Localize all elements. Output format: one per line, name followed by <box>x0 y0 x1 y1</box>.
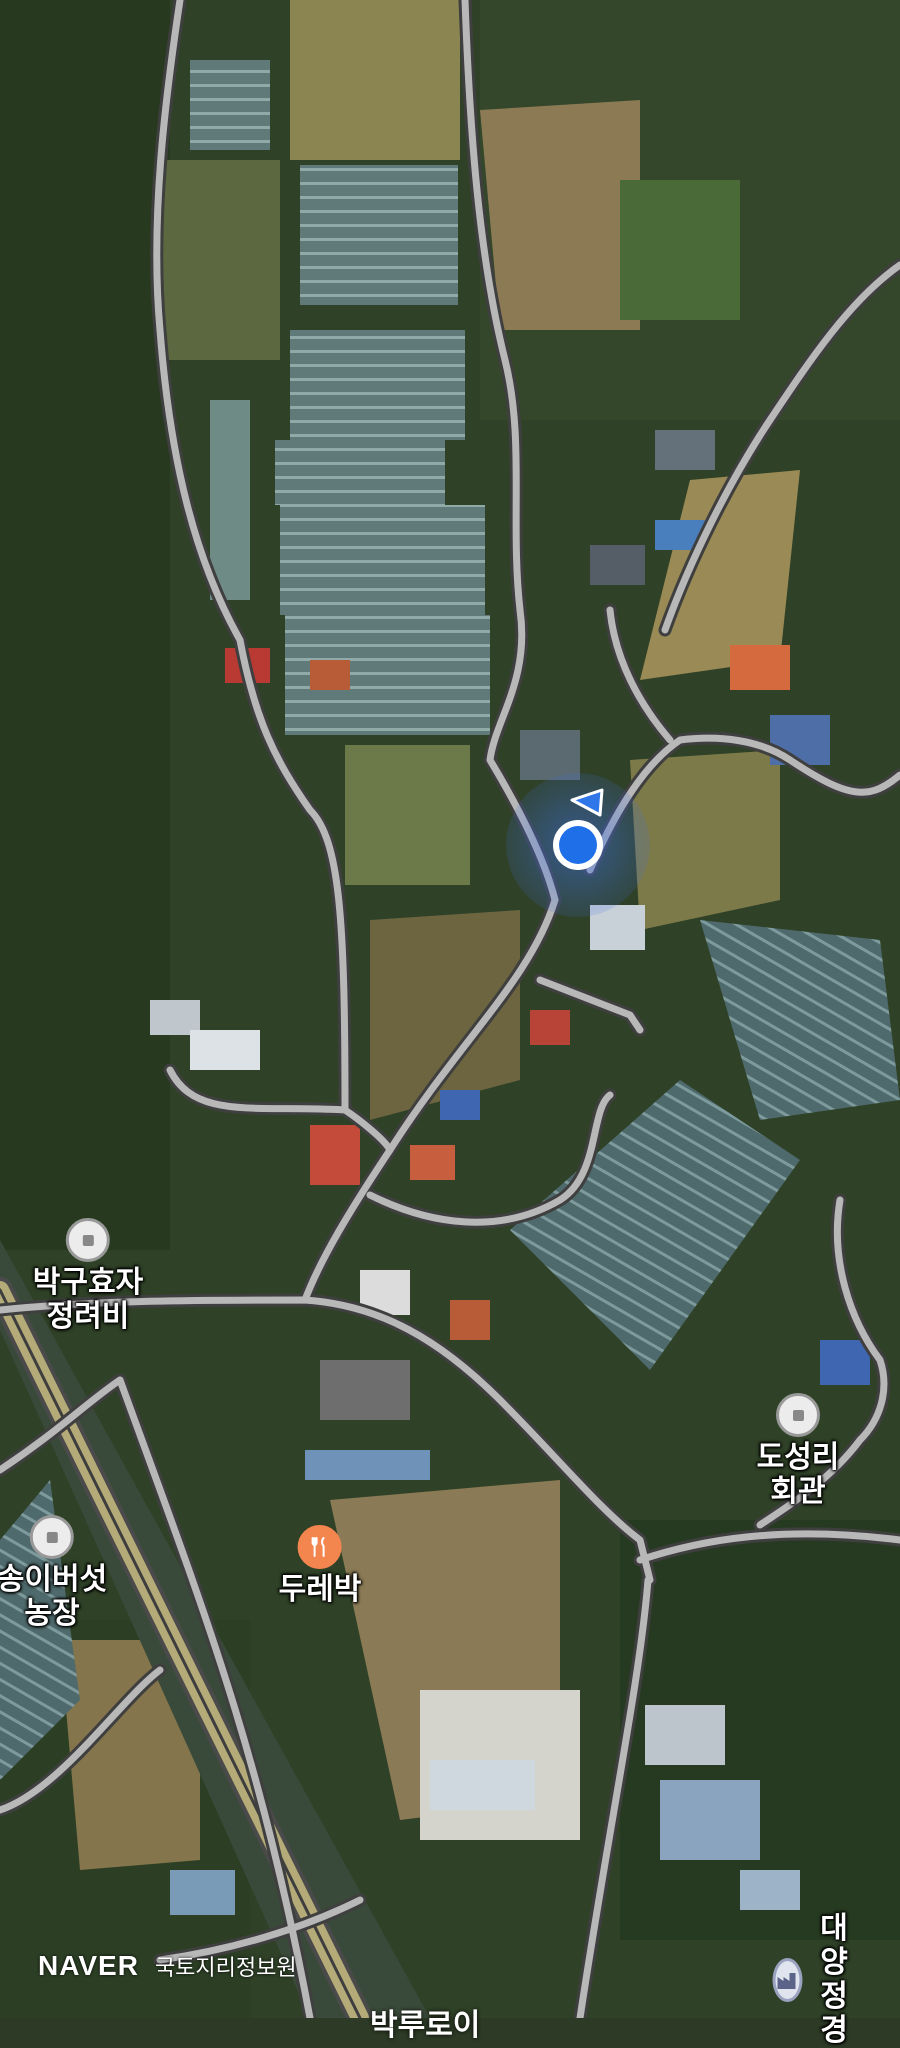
poi-songibeoseot[interactable]: 송이버섯 농장 <box>0 1515 107 1631</box>
current-location-marker[interactable] <box>506 773 650 917</box>
landmark-pin-icon <box>30 1515 74 1559</box>
poi-daeyang[interactable]: 대양정경 <box>772 1911 858 2048</box>
poi-bakguhyoja[interactable]: 박구효자 정려비 <box>33 1218 143 1334</box>
restaurant-fork-knife-icon <box>298 1525 342 1569</box>
poi-doseongri[interactable]: 도성리회관 <box>747 1393 849 1509</box>
landmark-pin-icon <box>66 1218 110 1262</box>
poi-label: 송이버섯 농장 <box>0 1562 108 1631</box>
poi-dure[interactable]: 두레박 <box>278 1525 362 1607</box>
satellite-map[interactable] <box>0 0 900 2018</box>
landmark-pin-icon <box>776 1393 820 1437</box>
attribution-text: 국토지리정보원 <box>154 1956 297 1981</box>
naver-logo: NAVER <box>38 1950 139 1981</box>
poi-label: 두레박 <box>278 1572 362 1607</box>
poi-label-partial: 박루로이 <box>370 2008 481 2043</box>
map-attribution: NAVER 국토지리정보원 <box>38 1950 297 1982</box>
poi-label: 대양정경 <box>820 1911 848 2048</box>
poi-label: 박구효자 정려비 <box>32 1265 144 1334</box>
poi-label: 도성리회관 <box>756 1440 840 1509</box>
factory-icon <box>772 1958 803 2002</box>
